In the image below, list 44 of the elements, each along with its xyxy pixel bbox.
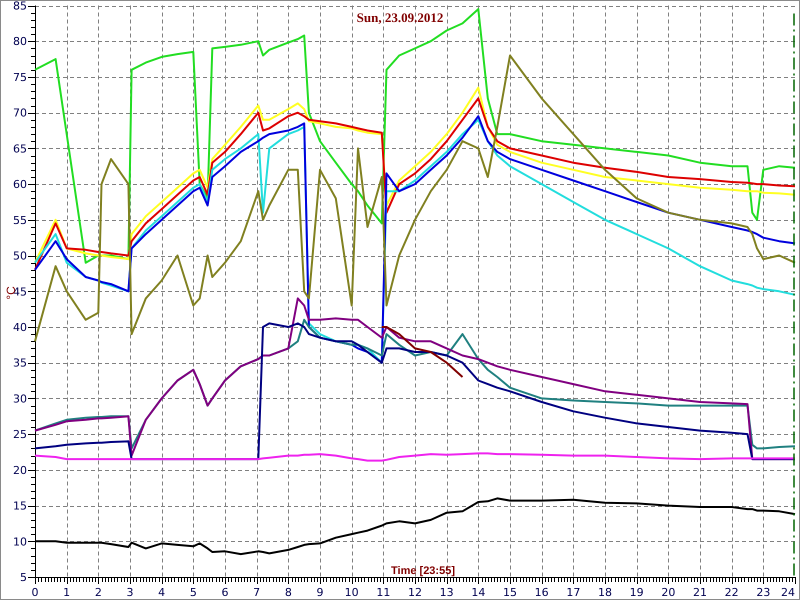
- y-tick-label: 65: [13, 142, 27, 156]
- x-tick-label: 10: [344, 586, 359, 599]
- y-tick-label: 55: [13, 214, 27, 227]
- x-tick-label: 4: [158, 586, 166, 599]
- y-tick-label: 45: [13, 285, 27, 298]
- x-tick-label: 3: [126, 586, 134, 599]
- x-axis-label: Time [23:55]: [391, 565, 455, 577]
- y-tick-label: 50: [13, 250, 27, 263]
- y-tick-label: 10: [13, 535, 27, 548]
- y-tick-label: 60: [13, 178, 27, 192]
- y-tick-label: 20: [13, 464, 27, 477]
- x-tick-label: 21: [693, 586, 707, 599]
- x-tick-label: 11: [376, 586, 390, 599]
- y-tick-label: 30: [13, 392, 27, 406]
- y-tick-label: 40: [13, 320, 27, 334]
- x-tick-label: 17: [566, 586, 580, 599]
- x-tick-label: 12: [408, 586, 422, 599]
- y-tick-label: 25: [13, 428, 27, 442]
- x-tick-label: 18: [598, 586, 612, 599]
- x-tick-label: 14: [471, 586, 486, 599]
- y-tick-label: 5: [20, 571, 27, 584]
- chart-title: Sun, 23.09.2012: [356, 10, 444, 25]
- y-tick-label: 15: [13, 500, 27, 513]
- x-tick-label: 5: [190, 586, 197, 599]
- x-tick-label: 6: [222, 586, 228, 599]
- x-tick-label: 0: [32, 586, 38, 599]
- x-tick-label: 16: [534, 586, 549, 599]
- y-tick-label: 70: [13, 106, 27, 120]
- x-tick-label: 9: [316, 586, 324, 599]
- y-tick-label: 75: [13, 70, 27, 84]
- x-tick-label: 1: [63, 586, 70, 599]
- x-tick-label: 13: [440, 586, 454, 599]
- y-tick-label: 85: [13, 1, 27, 12]
- x-tick-label: 8: [284, 586, 292, 599]
- x-tick-label: 23: [756, 586, 770, 599]
- x-tick-label: 22: [724, 586, 739, 599]
- y-tick-label: 80: [13, 35, 27, 48]
- x-tick-label: 24: [781, 586, 795, 599]
- x-tick-label: 19: [630, 586, 644, 599]
- x-tick-label: 2: [94, 586, 102, 599]
- x-tick-label: 20: [661, 586, 676, 599]
- x-tick-label: 15: [503, 586, 517, 599]
- y-tick-label: 35: [13, 356, 27, 370]
- x-tick-label: 7: [253, 586, 260, 599]
